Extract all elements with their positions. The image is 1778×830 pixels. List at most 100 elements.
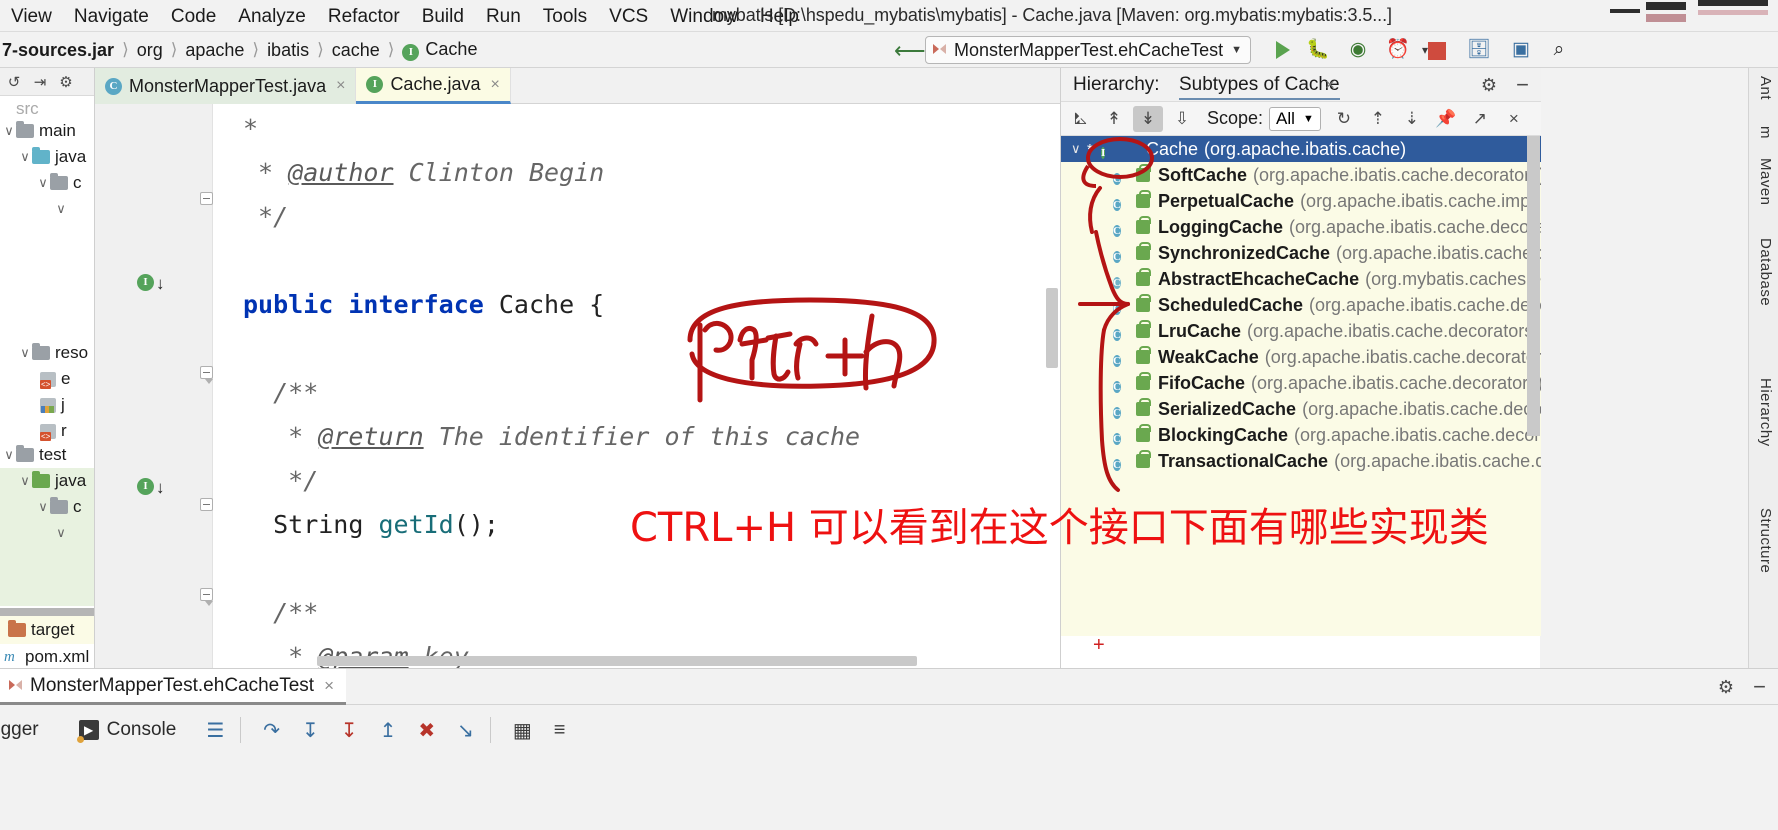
close-icon[interactable]: × <box>491 76 500 94</box>
tree-item-test-package[interactable]: ∨ c <box>0 494 94 520</box>
step-out-icon[interactable]: ↥ <box>380 718 397 743</box>
settings-gear-icon[interactable]: ⚙ <box>56 73 76 91</box>
implemented-method-gutter-icon[interactable]: I ↓ <box>137 478 167 500</box>
tree-twisty[interactable]: ∨ <box>36 499 50 515</box>
tree-item-target[interactable]: target <box>0 616 94 644</box>
project-structure-button[interactable]: 🗄 <box>1466 38 1492 62</box>
tool-tab-m[interactable]: m <box>1757 126 1774 139</box>
menu-item-run[interactable]: Run <box>475 4 532 30</box>
hierarchy-row-transactionalcache[interactable]: C TransactionalCache (org.apache.ibatis.… <box>1061 448 1541 474</box>
debugger-tab-label[interactable]: ugger <box>0 719 39 741</box>
tree-twisty[interactable]: ∨ <box>54 201 68 217</box>
supertypes-icon[interactable]: ↟ <box>1099 106 1129 132</box>
breadcrumb-item-ibatis[interactable]: ibatis <box>261 40 315 61</box>
tree-item-xml-j[interactable]: j <box>0 392 94 418</box>
sort-alphabetically-icon[interactable]: ⇩ <box>1167 106 1197 132</box>
debug-button[interactable]: 🐛 <box>1305 38 1331 62</box>
terminal-button[interactable]: ▣ <box>1508 38 1534 62</box>
gear-icon[interactable]: ⚙ <box>1481 75 1497 96</box>
tree-item-main-java[interactable]: ∨ java <box>0 144 94 170</box>
stop-button[interactable] <box>1428 42 1446 60</box>
hierarchy-row-synchronizedcache[interactable]: C SynchronizedCache (org.apache.ibatis.c… <box>1061 240 1541 266</box>
close-icon[interactable] <box>1698 0 1768 6</box>
tree-twisty[interactable]: ∨ <box>18 473 32 489</box>
expand-all-icon[interactable]: ⇡ <box>1363 106 1393 132</box>
hamburger-icon[interactable]: ☰ <box>206 718 224 743</box>
hierarchy-row-lrucache[interactable]: C LruCache (org.apache.ibatis.cache.deco… <box>1061 318 1541 344</box>
tool-tab-structure[interactable]: Structure <box>1757 508 1774 573</box>
hierarchy-row-abstractehcachecache[interactable]: C AbstractEhcacheCache (org.mybatis.cach… <box>1061 266 1541 292</box>
sync-icon[interactable]: ↺ <box>4 73 24 91</box>
tree-item-xml-e[interactable]: e <box>0 366 94 392</box>
breadcrumb-item-jar[interactable]: 7-sources.jar <box>0 40 120 61</box>
settings-threads-icon[interactable]: ≡ <box>554 719 566 742</box>
menu-item-vcs[interactable]: VCS <box>598 4 659 30</box>
menu-item-refactor[interactable]: Refactor <box>317 4 411 30</box>
hierarchy-row-root[interactable]: ∨ * I Cache (org.apache.ibatis.cache) <box>1061 136 1541 162</box>
hierarchy-row-fifocache[interactable]: C FifoCache (org.apache.ibatis.cache.dec… <box>1061 370 1541 396</box>
menu-item-build[interactable]: Build <box>411 4 475 30</box>
run-with-coverage-button[interactable]: ◉ <box>1345 38 1371 62</box>
scope-select[interactable]: All ▼ <box>1269 106 1321 131</box>
restore-icon[interactable] <box>1646 2 1686 10</box>
menu-item-analyze[interactable]: Analyze <box>227 4 317 30</box>
tree-item-package-nested[interactable]: ∨ <box>0 196 94 222</box>
close-icon[interactable]: × <box>324 676 334 696</box>
breadcrumb-item-org[interactable]: org <box>131 40 169 61</box>
close-icon[interactable]: × <box>1325 75 1335 95</box>
evaluate-icon[interactable]: ▦ <box>513 718 532 743</box>
tree-item-test-package-nested[interactable]: ∨ <box>0 520 94 546</box>
run-configuration-selector[interactable]: MonsterMapperTest.ehCacheTest ▼ <box>925 36 1252 64</box>
tree-twisty[interactable]: ∨ <box>1071 141 1087 157</box>
editor-gutter[interactable] <box>95 104 213 668</box>
hierarchy-row-scheduledcache[interactable]: C ScheduledCache (org.apache.ibatis.cach… <box>1061 292 1541 318</box>
tree-item-test[interactable]: ∨ test <box>0 442 94 468</box>
menu-item-view[interactable]: View <box>0 4 63 30</box>
hammer-icon[interactable]: ⟵ <box>894 40 926 62</box>
minimize-icon[interactable]: − <box>1516 72 1529 98</box>
tool-tab-ant[interactable]: Ant <box>1757 76 1774 100</box>
subtypes-icon[interactable]: ↡ <box>1133 105 1163 132</box>
pin-icon[interactable]: 📌 <box>1431 106 1461 132</box>
menu-item-navigate[interactable]: Navigate <box>63 4 160 30</box>
collapse-all-icon[interactable]: ⇥ <box>30 73 50 91</box>
hierarchy-row-blockingcache[interactable]: C BlockingCache (org.apache.ibatis.cache… <box>1061 422 1541 448</box>
collapse-all-icon[interactable]: ⇣ <box>1397 106 1427 132</box>
breadcrumb-item-cache-type[interactable]: I Cache <box>396 39 483 61</box>
run-tab-ehcachetest[interactable]: MonsterMapperTest.ehCacheTest × <box>0 669 347 705</box>
tree-twisty[interactable]: ∨ <box>18 149 32 165</box>
hierarchy-tab-subtypes[interactable]: Subtypes of Cache <box>1179 74 1340 100</box>
hierarchy-row-loggingcache[interactable]: C LoggingCache (org.apache.ibatis.cache.… <box>1061 214 1541 240</box>
tree-twisty[interactable]: ∨ <box>2 447 16 463</box>
minimize-icon[interactable] <box>1610 9 1640 13</box>
tree-item-pom-xml[interactable]: m pom.xml <box>0 644 94 668</box>
tree-item-package-c[interactable]: ∨ c <box>0 170 94 196</box>
tree-item-test-java[interactable]: ∨ java <box>0 468 94 494</box>
type-hierarchy-icon[interactable]: ⛡ <box>1065 106 1095 132</box>
tool-tab-maven[interactable]: Maven <box>1757 158 1774 206</box>
run-to-cursor-icon[interactable]: ↘ <box>457 718 474 743</box>
tree-item-xml-r[interactable]: r <box>0 418 94 444</box>
tab-monster-mapper-test[interactable]: C MonsterMapperTest.java × <box>95 68 357 104</box>
hierarchy-row-softcache[interactable]: C SoftCache (org.apache.ibatis.cache.dec… <box>1061 162 1541 188</box>
code-text-area[interactable]: * * @author Clinton Begin */ public inte… <box>213 104 1060 668</box>
hierarchy-row-serializedcache[interactable]: C SerializedCache (org.apache.ibatis.cac… <box>1061 396 1541 422</box>
menu-item-code[interactable]: Code <box>160 4 227 30</box>
hierarchy-tree[interactable]: ∨ * I Cache (org.apache.ibatis.cache) C … <box>1061 136 1541 636</box>
tree-twisty[interactable]: ∨ <box>2 123 16 139</box>
close-icon[interactable]: × <box>336 77 345 95</box>
console-tab[interactable]: ▶ Console <box>76 719 176 743</box>
hierarchy-row-perpetualcache[interactable]: C PerpetualCache (org.apache.ibatis.cach… <box>1061 188 1541 214</box>
chevron-down-icon[interactable]: ▼ <box>1231 44 1242 56</box>
search-icon[interactable]: ⌕ <box>1546 38 1572 62</box>
menu-item-tools[interactable]: Tools <box>532 4 598 30</box>
tree-item-resources[interactable]: ∨ reso <box>0 340 94 366</box>
breadcrumb-item-apache[interactable]: apache <box>179 40 250 61</box>
window-controls[interactable] <box>1578 0 1778 30</box>
refresh-icon[interactable]: ↻ <box>1329 106 1359 132</box>
tree-twisty[interactable]: ∨ <box>54 525 68 541</box>
tab-cache-java[interactable]: I Cache.java × <box>356 68 511 104</box>
step-into-icon[interactable]: ↧ <box>302 718 319 743</box>
implemented-method-gutter-icon[interactable]: I ↓ <box>137 274 167 296</box>
breadcrumb-item-cache-pkg[interactable]: cache <box>326 40 386 61</box>
